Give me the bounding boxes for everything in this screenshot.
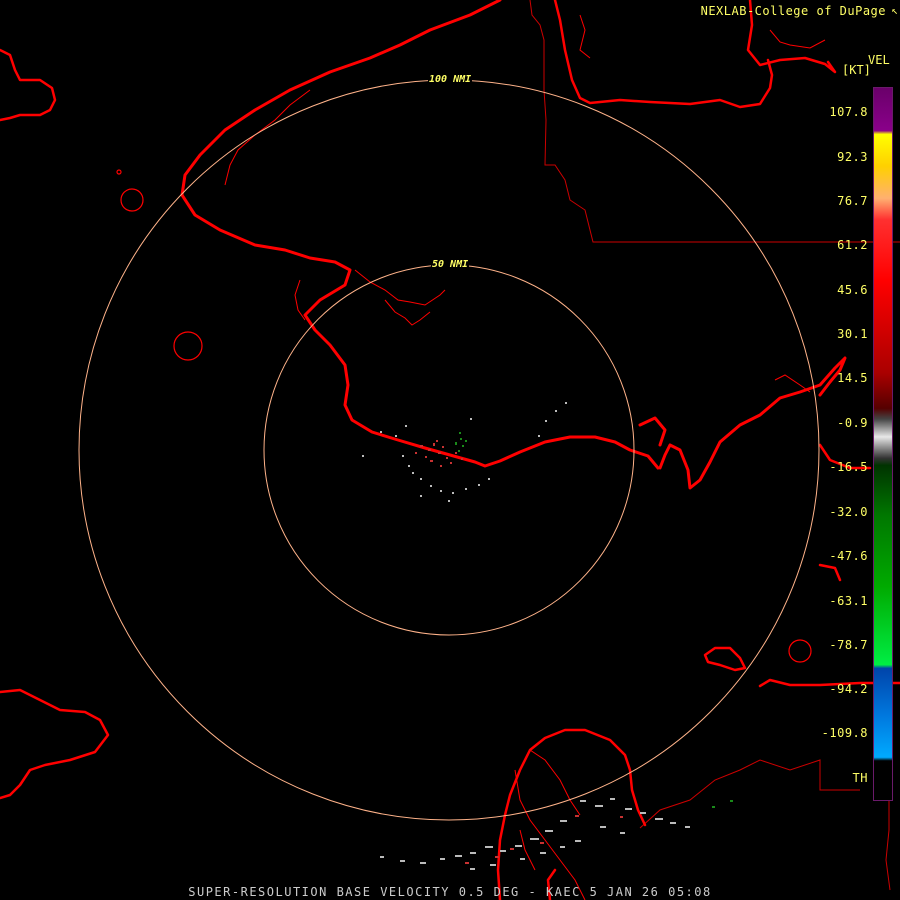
boundary-lines [529, 0, 900, 891]
scale-label: 92.3 [837, 150, 868, 164]
cursor-icon: ↖ [891, 4, 898, 17]
velocity-colorbar [873, 87, 893, 801]
scale-label: 45.6 [837, 283, 868, 297]
scale-label: -0.9 [837, 416, 868, 430]
lakes [116, 169, 812, 663]
velocity-echoes [362, 402, 567, 502]
scale-label: 107.8 [829, 105, 868, 119]
ring-label-50nmi: 50 NMI [431, 259, 470, 270]
sea-clutter [380, 798, 733, 870]
scale-label: -32.0 [829, 505, 868, 519]
scale-label: -94.2 [829, 682, 868, 696]
product-label: VEL [868, 53, 890, 67]
ring-50nmi [263, 264, 635, 636]
range-rings [78, 79, 820, 821]
scale-label: -109.8 [821, 726, 868, 740]
ring-label-100nmi: 100 NMI [428, 74, 473, 85]
scale-label: 30.1 [837, 327, 868, 341]
scale-label: -47.6 [829, 549, 868, 563]
scale-label: -16.5 [829, 460, 868, 474]
scale-label: -78.7 [829, 638, 868, 652]
unit-label: [KT] [842, 63, 871, 77]
scale-label: 76.7 [837, 194, 868, 208]
ring-100nmi [78, 79, 820, 821]
scale-label: 61.2 [837, 238, 868, 252]
scale-label: -63.1 [829, 594, 868, 608]
radar-map [0, 0, 900, 900]
credit-label: NEXLAB-College of DuPage [700, 4, 886, 18]
scale-label: TH [852, 771, 868, 785]
coastline [0, 0, 900, 900]
scale-label: 14.5 [837, 371, 868, 385]
product-footer: SUPER-RESOLUTION BASE VELOCITY 0.5 DEG -… [188, 885, 712, 899]
coastline-detail [224, 14, 826, 900]
